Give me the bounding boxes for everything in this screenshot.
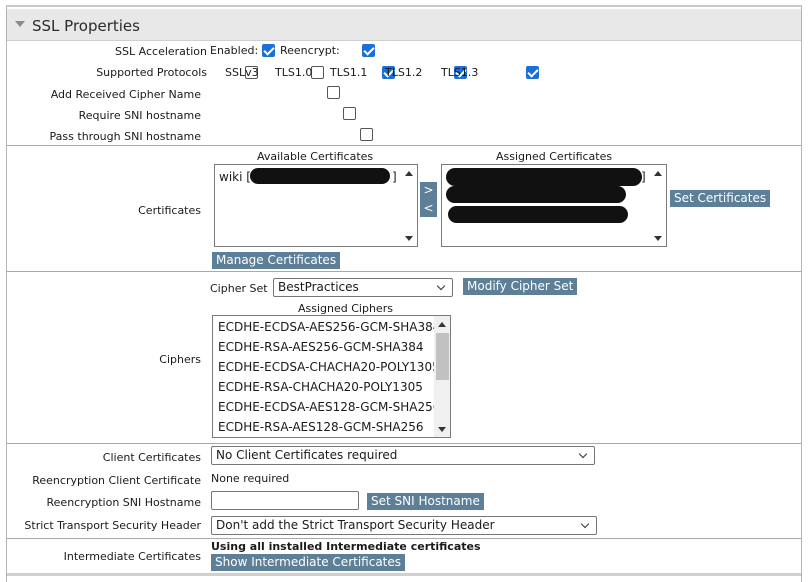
reencryption-client-cert-label: Reencryption Client Certificate — [32, 474, 201, 487]
intermediate-status: Using all installed Intermediate certifi… — [211, 540, 481, 553]
ciphers-scrollbar[interactable] — [434, 316, 450, 437]
require-sni-checkbox[interactable] — [343, 106, 356, 120]
ciphers-label: Ciphers — [159, 353, 201, 366]
assigned-ciphers-list[interactable]: ECDHE-ECDSA-AES256-GCM-SHA384 ECDHE-RSA-… — [212, 315, 451, 438]
available-list-scrollbar[interactable] — [401, 165, 417, 246]
bottom-border — [7, 573, 801, 576]
available-certificate-item[interactable]: wiki [ — [219, 170, 251, 184]
reencryption-sni-label: Reencryption SNI Hostname — [46, 496, 201, 509]
hsts-value: Don't add the Strict Transport Security … — [216, 518, 495, 532]
hsts-label: Strict Transport Security Header — [24, 519, 201, 532]
add-cipher-name-label: Add Received Cipher Name — [50, 88, 201, 101]
protocol-tls10-checkbox[interactable] — [310, 65, 324, 79]
separator — [7, 538, 801, 539]
set-certificates-button[interactable]: Set Certificates — [670, 190, 771, 207]
reencryption-sni-input[interactable] — [211, 491, 359, 510]
reencrypt-label: Reencrypt: — [280, 44, 340, 57]
cipher-item[interactable]: ECDHE-RSA-CHACHA20-POLY1305 — [218, 380, 423, 394]
modify-cipher-set-button[interactable]: Modify Cipher Set — [463, 278, 578, 295]
show-intermediate-certificates-button[interactable]: Show Intermediate Certificates — [211, 554, 406, 571]
cipher-item[interactable]: ECDHE-ECDSA-AES256-GCM-SHA384 — [218, 320, 440, 334]
separator — [7, 271, 801, 272]
redacted-mark — [250, 168, 390, 184]
ssl-properties-panel: SSL Properties SSL Acceleration Enabled:… — [6, 7, 802, 582]
chevron-down-icon — [580, 519, 590, 529]
hsts-select[interactable]: Don't add the Strict Transport Security … — [211, 516, 597, 535]
cipher-set-value: BestPractices — [278, 280, 359, 294]
pass-sni-checkbox[interactable] — [359, 127, 373, 141]
client-certificates-value: No Client Certificates required — [216, 448, 398, 462]
set-sni-hostname-button[interactable]: Set SNI Hostname — [367, 493, 484, 510]
reencrypt-checkbox[interactable] — [361, 43, 375, 57]
collapse-triangle-icon[interactable] — [15, 21, 25, 27]
protocol-tls13-label: TLS1.3 — [441, 66, 479, 79]
protocol-tls12-label: TLS1.2 — [385, 66, 423, 79]
cipher-set-label: Cipher Set — [210, 282, 268, 295]
available-certificates-list[interactable]: wiki [ ] — [214, 164, 418, 247]
cipher-item[interactable]: ECDHE-RSA-AES256-GCM-SHA384 — [218, 340, 424, 354]
section-header[interactable]: SSL Properties — [7, 9, 801, 41]
scroll-down-icon[interactable] — [654, 236, 662, 241]
certificates-label: Certificates — [138, 204, 201, 217]
require-sni-label: Require SNI hostname — [78, 109, 201, 122]
move-left-button[interactable]: < — [420, 200, 437, 217]
intermediate-certificates-label: Intermediate Certificates — [63, 550, 201, 563]
protocol-tls13-checkbox[interactable] — [526, 65, 539, 79]
ssl-acceleration-enabled-label: Enabled: — [210, 44, 259, 57]
separator — [7, 145, 801, 146]
protocol-tls10-label: TLS1.0 — [275, 66, 313, 79]
client-certificates-select[interactable]: No Client Certificates required — [211, 446, 595, 465]
scroll-down-icon[interactable] — [405, 236, 413, 241]
ssl-acceleration-enabled-checkbox[interactable] — [262, 43, 275, 57]
assigned-list-scrollbar[interactable] — [650, 165, 666, 246]
supported-protocols-label: Supported Protocols — [96, 66, 207, 79]
cipher-item[interactable]: ECDHE-ECDSA-CHACHA20-POLY1305 — [218, 360, 440, 374]
separator — [7, 443, 801, 444]
scroll-up-icon[interactable] — [654, 171, 662, 176]
scroll-up-icon[interactable] — [438, 322, 446, 327]
ssl-acceleration-label: SSL Acceleration — [115, 45, 207, 58]
manage-certificates-button[interactable]: Manage Certificates — [212, 252, 341, 269]
protocol-tls11-label: TLS1.1 — [330, 66, 368, 79]
scroll-down-icon[interactable] — [438, 427, 446, 432]
move-right-button[interactable]: > — [420, 182, 437, 200]
scroll-thumb[interactable] — [436, 333, 449, 380]
client-certificates-label: Client Certificates — [102, 451, 201, 464]
section-title: SSL Properties — [32, 17, 140, 35]
reencryption-client-cert-value: None required — [211, 472, 290, 485]
assigned-certificates-header: Assigned Certificates — [496, 150, 613, 163]
assigned-certificates-list[interactable]: ] — [441, 164, 667, 247]
scroll-up-icon[interactable] — [405, 171, 413, 176]
bracket-close: ] — [392, 170, 397, 184]
cipher-item[interactable]: ECDHE-RSA-AES128-GCM-SHA256 — [218, 420, 424, 434]
protocol-sslv3-label: SSLv3 — [225, 66, 259, 79]
cipher-set-select[interactable]: BestPractices — [273, 278, 453, 297]
assigned-ciphers-header: Assigned Ciphers — [298, 302, 393, 315]
redacted-mark — [446, 186, 626, 203]
redacted-mark — [448, 206, 628, 223]
available-certificates-header: Available Certificates — [257, 150, 374, 163]
chevron-down-icon — [578, 449, 588, 459]
add-cipher-name-checkbox[interactable] — [326, 85, 340, 99]
redacted-mark — [446, 168, 642, 186]
pass-sni-label: Pass through SNI hostname — [49, 130, 201, 143]
chevron-down-icon — [436, 281, 446, 291]
bracket-close: ] — [641, 170, 646, 184]
cipher-item[interactable]: ECDHE-ECDSA-AES128-GCM-SHA256 — [218, 400, 440, 414]
